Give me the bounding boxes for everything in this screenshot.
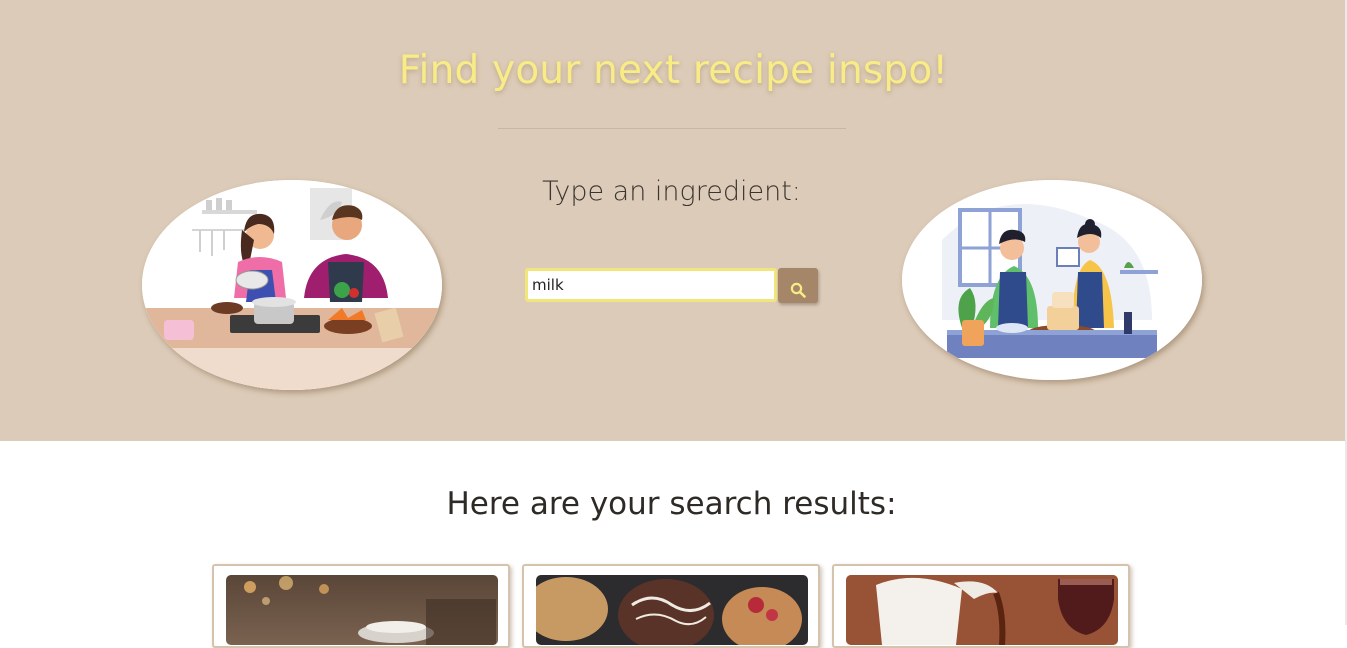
recipe-card-image xyxy=(536,575,808,645)
hero-section: Find your next recipe inspo! Type an ing… xyxy=(0,0,1347,441)
recipe-card[interactable] xyxy=(212,564,510,648)
recipe-card-image xyxy=(846,575,1118,645)
recipe-card-image xyxy=(226,575,498,645)
baking-couple-illustration xyxy=(902,180,1202,380)
search-icon xyxy=(790,282,806,298)
title-divider xyxy=(498,128,846,129)
results-heading: Here are your search results: xyxy=(446,486,897,522)
page-title: Find your next recipe inspo! xyxy=(398,48,949,93)
ingredient-search-input[interactable] xyxy=(525,268,777,302)
search-button[interactable] xyxy=(778,268,818,303)
cooking-couple-illustration xyxy=(142,180,442,390)
recipe-card[interactable] xyxy=(832,564,1130,648)
recipe-card[interactable] xyxy=(522,564,820,648)
